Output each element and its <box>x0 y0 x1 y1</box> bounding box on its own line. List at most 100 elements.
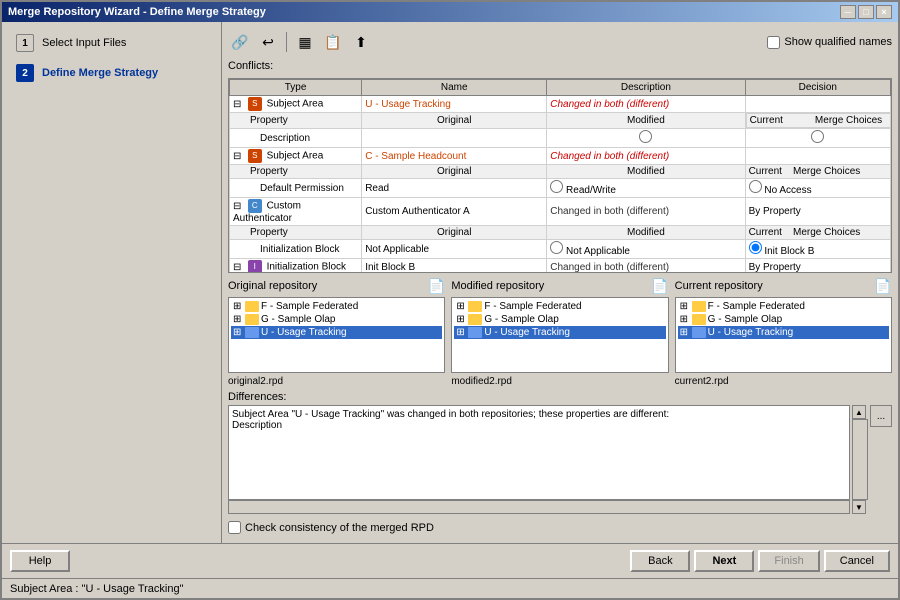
tree-expand-icon[interactable]: ⊞ <box>233 327 245 338</box>
cell-name: U - Usage Tracking <box>362 96 547 113</box>
step-2-item[interactable]: 2 Define Merge Strategy <box>10 60 213 86</box>
finish-button[interactable]: Finish <box>758 550 819 572</box>
step-1-item[interactable]: 1 Select Input Files <box>10 30 213 56</box>
expand-icon[interactable]: ⊟ <box>233 201 245 212</box>
tree-item[interactable]: ⊞ G - Sample Olap <box>454 313 665 326</box>
table-row: Initialization Block Not Applicable Not … <box>230 240 891 259</box>
header-description: Description <box>547 80 745 96</box>
expand-icon[interactable]: ⊟ <box>233 99 245 110</box>
tree-item[interactable]: ⊞ F - Sample Federated <box>454 300 665 313</box>
toolbar-btn-2[interactable]: ↩ <box>256 31 280 53</box>
table-row: ⊟ I Initialization Block Init Block B Ch… <box>230 259 891 274</box>
conflicts-label: Conflicts: <box>228 60 892 72</box>
back-button[interactable]: Back <box>630 550 690 572</box>
toolbar-btn-3[interactable]: ▦ <box>293 31 317 53</box>
scrollbar-up-btn[interactable]: ▲ <box>852 405 866 419</box>
horizontal-scrollbar[interactable] <box>228 500 850 514</box>
folder-icon <box>245 301 259 312</box>
vertical-scrollbar[interactable]: ▲ ▼ <box>852 405 868 514</box>
conflicts-table-wrapper: Type Name Description Decision ⊟ S <box>228 78 892 273</box>
tree-item[interactable]: ⊞ F - Sample Federated <box>231 300 442 313</box>
original-repo-header: Original repository 📄 <box>228 277 445 295</box>
tree-expand-icon[interactable]: ⊞ <box>680 301 692 312</box>
toolbar-btn-5[interactable]: ⬆ <box>349 31 373 53</box>
radio-current[interactable] <box>749 180 762 193</box>
radio-modified[interactable] <box>550 241 563 254</box>
subheader-modified: Modified <box>547 113 745 129</box>
cell-desc: Changed in both (different) <box>547 198 745 226</box>
close-button[interactable]: × <box>876 5 892 19</box>
radio-current[interactable] <box>749 241 762 254</box>
cell-decision <box>745 96 890 113</box>
current-repo-label: Current repository <box>675 280 763 292</box>
header-name: Name <box>362 80 547 96</box>
tree-item-selected[interactable]: ⊞ U - Usage Tracking <box>454 326 665 339</box>
minimize-button[interactable]: ─ <box>840 5 856 19</box>
cancel-button[interactable]: Cancel <box>824 550 890 572</box>
current-repo-btn[interactable]: 📄 <box>874 277 892 295</box>
radio-modified[interactable] <box>639 130 652 143</box>
tree-item[interactable]: ⊞ G - Sample Olap <box>678 313 889 326</box>
folder-icon <box>468 314 482 325</box>
folder-icon <box>468 327 482 338</box>
scrollbar-down-btn[interactable]: ▼ <box>852 500 866 514</box>
toolbar-btn-1[interactable]: 🔗 <box>228 31 252 53</box>
cell-type-text: Initialization Block <box>267 262 346 273</box>
status-bar: Subject Area : "U - Usage Tracking" <box>2 578 898 598</box>
subheader-modified: Modified <box>547 165 745 179</box>
grid-icon: ▦ <box>298 34 311 51</box>
subheader-original: Original <box>362 165 547 179</box>
tree-expand-icon[interactable]: ⊞ <box>233 314 245 325</box>
tree-item-label: F - Sample Federated <box>708 301 805 312</box>
tree-expand-icon[interactable]: ⊞ <box>680 314 692 325</box>
show-qualified-checkbox[interactable] <box>767 36 780 49</box>
table-row: Property Original Modified Current Merge… <box>230 165 891 179</box>
tree-item-label: G - Sample Olap <box>484 314 558 325</box>
expand-icon[interactable]: ⊟ <box>233 151 245 162</box>
cell-name: Custom Authenticator A <box>362 198 547 226</box>
subheader-property: Property <box>230 165 362 179</box>
tree-expand-icon[interactable]: ⊞ <box>680 327 692 338</box>
consistency-label: Check consistency of the merged RPD <box>245 522 434 534</box>
nav-buttons: Back Next Finish Cancel <box>630 550 890 572</box>
tree-expand-icon[interactable]: ⊞ <box>233 301 245 312</box>
cell-desc: Changed in both (different) <box>547 96 745 113</box>
tree-expand-icon[interactable]: ⊞ <box>456 301 468 312</box>
tree-item[interactable]: ⊞ G - Sample Olap <box>231 313 442 326</box>
radio-current[interactable] <box>811 130 824 143</box>
next-button[interactable]: Next <box>694 550 754 572</box>
header-type: Type <box>230 80 362 96</box>
toolbar-btn-4[interactable]: 📋 <box>321 31 345 53</box>
maximize-button[interactable]: □ <box>858 5 874 19</box>
cell-property: Description <box>230 129 362 148</box>
cell-type: ⊟ S Subject Area <box>230 96 362 113</box>
original-repo-panel: Original repository 📄 ⊞ F - Sample Feder… <box>228 277 445 387</box>
tree-expand-icon[interactable]: ⊞ <box>456 314 468 325</box>
consistency-checkbox[interactable] <box>228 521 241 534</box>
radio-modified[interactable] <box>550 180 563 193</box>
bottom-bar: Help Back Next Finish Cancel <box>2 543 898 578</box>
original-repo-btn[interactable]: 📄 <box>427 277 445 295</box>
folder-icon <box>245 327 259 338</box>
current-repo-tree[interactable]: ⊞ F - Sample Federated ⊞ G - Sample Olap… <box>675 297 892 373</box>
cell-decision: By Property <box>745 259 890 274</box>
modified-repo-btn[interactable]: 📄 <box>651 277 669 295</box>
collapse-all-icon: ↩ <box>262 34 274 51</box>
cell-decision <box>745 148 890 165</box>
expand-icon[interactable]: ⊟ <box>233 262 245 273</box>
tree-expand-icon[interactable]: ⊞ <box>456 327 468 338</box>
tree-item-label: U - Usage Tracking <box>484 327 570 338</box>
tree-item-label: G - Sample Olap <box>708 314 782 325</box>
tree-item-selected[interactable]: ⊞ U - Usage Tracking <box>678 326 889 339</box>
help-button[interactable]: Help <box>10 550 70 572</box>
step-2-label: Define Merge Strategy <box>42 67 158 79</box>
ellipsis-button[interactable]: ... <box>870 405 892 427</box>
modified-repo-tree[interactable]: ⊞ F - Sample Federated ⊞ G - Sample Olap… <box>451 297 668 373</box>
differences-line2: Description <box>232 420 846 431</box>
tree-item[interactable]: ⊞ F - Sample Federated <box>678 300 889 313</box>
cell-type: ⊟ C Custom Authenticator <box>230 198 362 226</box>
tree-item-selected[interactable]: ⊞ U - Usage Tracking <box>231 326 442 339</box>
table-row: ⊟ S Subject Area C - Sample Headcount Ch… <box>230 148 891 165</box>
differences-text[interactable]: Subject Area "U - Usage Tracking" was ch… <box>228 405 850 500</box>
original-repo-tree[interactable]: ⊞ F - Sample Federated ⊞ G - Sample Olap… <box>228 297 445 373</box>
